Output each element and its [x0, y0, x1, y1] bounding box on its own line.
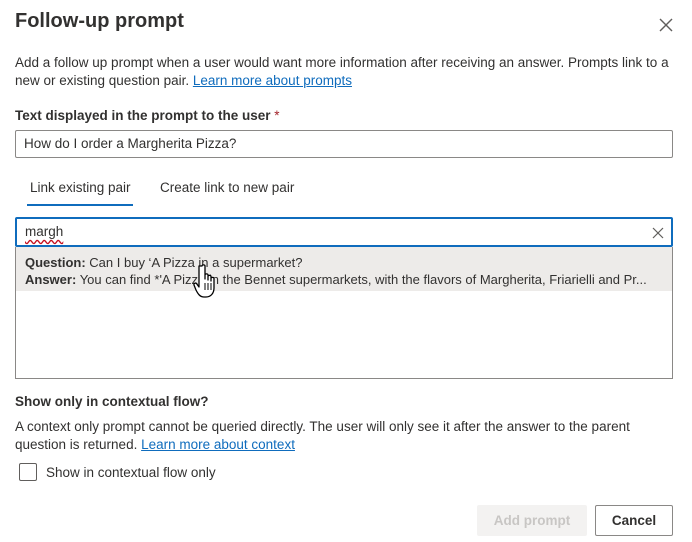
dialog-description: Add a follow up prompt when a user would…	[15, 54, 675, 90]
prompt-text-input[interactable]: How do I order a Margherita Pizza?	[15, 130, 673, 158]
clear-icon	[652, 227, 664, 239]
search-results-list: Question: Can I buy ‘A Pizza in a superm…	[15, 247, 673, 379]
contextual-flow-title: Show only in contextual flow?	[15, 394, 209, 409]
active-tab-indicator	[27, 204, 133, 206]
search-input[interactable]: margh	[15, 217, 673, 247]
learn-more-context-link[interactable]: Learn more about context	[141, 437, 295, 452]
required-marker: *	[274, 108, 280, 123]
result-question-line: Question: Can I buy ‘A Pizza in a superm…	[25, 255, 655, 270]
close-button[interactable]	[654, 13, 678, 37]
contextual-description: A context only prompt cannot be queried …	[15, 418, 680, 454]
tab-link-existing-pair[interactable]: Link existing pair	[30, 180, 131, 195]
contextual-description-text: A context only prompt cannot be queried …	[15, 419, 630, 452]
search-input-value: margh	[25, 224, 64, 239]
question-label: Question:	[25, 255, 86, 270]
dialog-title: Follow-up prompt	[15, 10, 184, 32]
tab-create-link-to-new-pair[interactable]: Create link to new pair	[160, 180, 294, 195]
question-text: Can I buy ‘A Pizza in a supermarket?	[89, 255, 303, 270]
search-clear-button[interactable]	[650, 225, 666, 241]
contextual-flow-checkbox-label: Show in contextual flow only	[46, 465, 216, 480]
contextual-flow-checkbox[interactable]	[19, 463, 37, 481]
follow-up-prompt-dialog: Follow-up prompt Add a follow up prompt …	[0, 0, 692, 542]
answer-text: You can find *'A Pizza in the Bennet sup…	[79, 272, 647, 287]
close-icon	[659, 18, 673, 32]
result-answer-line: Answer: You can find *'A Pizza in the Be…	[25, 272, 655, 287]
add-prompt-button[interactable]: Add prompt	[477, 505, 587, 536]
answer-label: Answer:	[25, 272, 77, 287]
learn-more-prompts-link[interactable]: Learn more about prompts	[193, 73, 352, 88]
prompt-text-label-text: Text displayed in the prompt to the user	[15, 108, 271, 123]
cancel-button[interactable]: Cancel	[595, 505, 673, 536]
prompt-text-label: Text displayed in the prompt to the user…	[15, 108, 280, 123]
search-result-item[interactable]: Question: Can I buy ‘A Pizza in a superm…	[16, 247, 672, 291]
